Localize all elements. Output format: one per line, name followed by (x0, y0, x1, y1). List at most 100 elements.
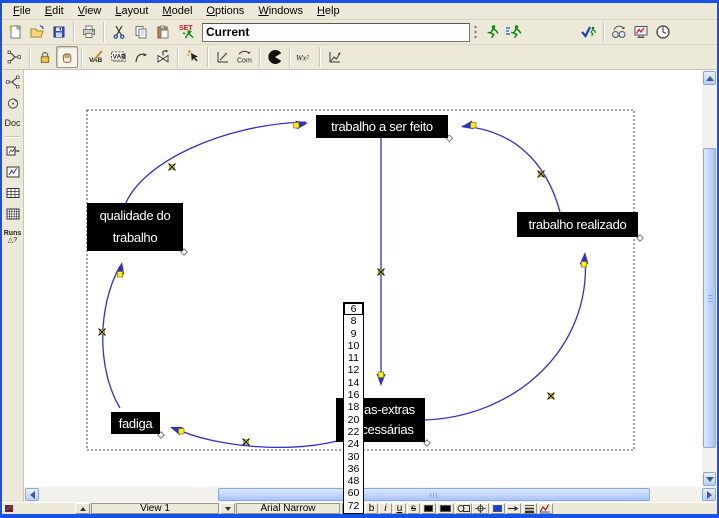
open-file-icon[interactable] (26, 21, 48, 43)
causes-strip-icon[interactable] (3, 140, 23, 161)
menu-edit[interactable]: Edit (38, 4, 71, 19)
document-icon[interactable]: Doc (3, 113, 23, 134)
menu-file[interactable]: File (6, 4, 38, 19)
font-size-option[interactable]: 30 (344, 451, 363, 463)
link-horas-extras-to-realizado[interactable] (424, 256, 585, 420)
horizontal-scrollbar[interactable] (24, 487, 717, 502)
table-time-down-icon[interactable] (3, 203, 23, 224)
graph-lines-icon[interactable] (538, 503, 553, 514)
font-size-option[interactable]: 20 (344, 414, 363, 426)
menu-help[interactable]: Help (310, 4, 347, 19)
bold-button[interactable]: b (365, 503, 378, 514)
scroll-left-button[interactable] (25, 488, 39, 501)
vertical-scrollbar[interactable] (702, 70, 717, 487)
loops-icon[interactable] (3, 92, 23, 113)
font-size-option[interactable]: 60 (344, 487, 363, 499)
text-color-swatch[interactable] (421, 503, 436, 514)
arrow-handle[interactable] (117, 272, 123, 278)
link-realizado-to-trabalho-a-ser-feito[interactable] (462, 126, 560, 212)
menu-options[interactable]: Options (199, 4, 251, 19)
font-name-button[interactable]: Arial Narrow (236, 503, 340, 514)
font-size-option[interactable]: 24 (344, 438, 363, 450)
arrow-tool-icon[interactable] (130, 46, 152, 68)
simulate-icon[interactable] (481, 21, 503, 43)
font-size-option[interactable]: 6 (344, 303, 363, 315)
font-size-option[interactable]: 48 (344, 475, 363, 487)
font-size-option[interactable]: 14 (344, 377, 363, 389)
link-fadiga-to-qualidade[interactable] (103, 266, 120, 408)
position-icon[interactable] (472, 503, 489, 514)
equations-tool-icon[interactable]: Wx² (294, 46, 316, 68)
output-corner-icon[interactable] (4, 503, 14, 514)
variable-trabalho-realizado[interactable]: trabalho realizado (517, 212, 638, 237)
sketch-graph-tool-icon[interactable] (324, 46, 346, 68)
font-size-option[interactable]: 22 (344, 426, 363, 438)
merge-tool-icon[interactable] (264, 46, 286, 68)
print-icon[interactable] (78, 21, 100, 43)
synthesim-icon[interactable] (503, 21, 525, 43)
save-icon[interactable] (48, 21, 70, 43)
italic-button[interactable]: i (379, 503, 392, 514)
menu-model[interactable]: Model (155, 4, 199, 19)
arrow-handle[interactable] (378, 372, 384, 378)
fill-color-swatch[interactable] (490, 503, 505, 514)
arrow-handle[interactable] (294, 123, 300, 129)
shadow-variable-tool-icon[interactable]: VAB (108, 46, 130, 68)
causes-tree-icon[interactable] (2, 47, 26, 68)
delete-tool-icon[interactable] (182, 46, 204, 68)
rate-tool-icon[interactable] (152, 46, 174, 68)
font-size-option[interactable]: 16 (344, 389, 363, 401)
font-size-option[interactable]: 9 (344, 328, 363, 340)
input-output-tool-icon[interactable] (212, 46, 234, 68)
font-size-option[interactable]: 72 (344, 500, 363, 512)
shape-color-swatch[interactable] (437, 503, 454, 514)
strike-button[interactable]: s (407, 503, 420, 514)
comment-tool-icon[interactable]: Com (234, 46, 256, 68)
arrow-style-icon[interactable] (506, 503, 521, 514)
arrow-handle[interactable] (471, 123, 477, 129)
underline-button[interactable]: u (393, 503, 406, 514)
font-size-option[interactable]: 8 (344, 315, 363, 327)
cut-icon[interactable] (108, 21, 130, 43)
variable-qualidade-do-trabalho[interactable]: qualidade do trabalho (87, 203, 183, 251)
control-panel-icon[interactable] (630, 21, 652, 43)
arrow-handle[interactable] (581, 262, 587, 268)
variable-fadiga[interactable]: fadiga (111, 412, 160, 434)
scroll-down-button[interactable] (703, 472, 716, 486)
lock-icon[interactable] (34, 46, 56, 68)
table-icon[interactable] (3, 182, 23, 203)
check-model-icon[interactable] (578, 21, 600, 43)
font-size-option[interactable]: 12 (344, 364, 363, 376)
menu-layout[interactable]: Layout (108, 4, 155, 19)
hand-tool-icon[interactable] (56, 46, 78, 68)
view-down-button[interactable] (220, 503, 235, 514)
simulation-name-input[interactable] (202, 23, 470, 42)
variable-trabalho-a-ser-feito[interactable]: trabalho a ser feito (316, 115, 448, 138)
paste-icon[interactable] (152, 21, 174, 43)
variable-tool-icon[interactable]: VAB (86, 46, 108, 68)
copy-icon[interactable] (130, 21, 152, 43)
scroll-up-button[interactable] (703, 71, 716, 85)
reality-check-icon[interactable] (608, 21, 630, 43)
link-qualidade-to-trabalho-a-ser-feito[interactable] (125, 122, 306, 205)
scroll-right-button[interactable] (702, 488, 716, 501)
font-size-option[interactable]: 36 (344, 463, 363, 475)
font-size-dropdown[interactable]: 6 8 9 10 11 12 14 16 18 20 22 24 30 36 4… (343, 302, 364, 514)
shape-style-icon[interactable] (455, 503, 472, 514)
view-name-button[interactable]: View 1 (91, 503, 219, 514)
arrow-handle[interactable] (179, 429, 185, 435)
font-size-option[interactable]: 10 (344, 340, 363, 352)
horizontal-scroll-thumb[interactable] (218, 488, 650, 501)
font-size-option[interactable]: 18 (344, 401, 363, 413)
line-thickness-icon[interactable] (522, 503, 537, 514)
uses-tree-icon[interactable] (3, 71, 23, 92)
font-size-option[interactable]: 11 (344, 352, 363, 364)
link-horas-extras-to-fadiga[interactable] (174, 428, 344, 447)
menu-view[interactable]: View (71, 4, 109, 19)
vertical-scroll-thumb[interactable] (703, 148, 716, 448)
new-file-icon[interactable] (4, 21, 26, 43)
graph-icon[interactable] (3, 161, 23, 182)
runs-compare-icon[interactable]: Runs △? (3, 224, 23, 250)
set-simulation-icon[interactable]: SET (174, 21, 200, 43)
gauge-icon[interactable] (652, 21, 674, 43)
